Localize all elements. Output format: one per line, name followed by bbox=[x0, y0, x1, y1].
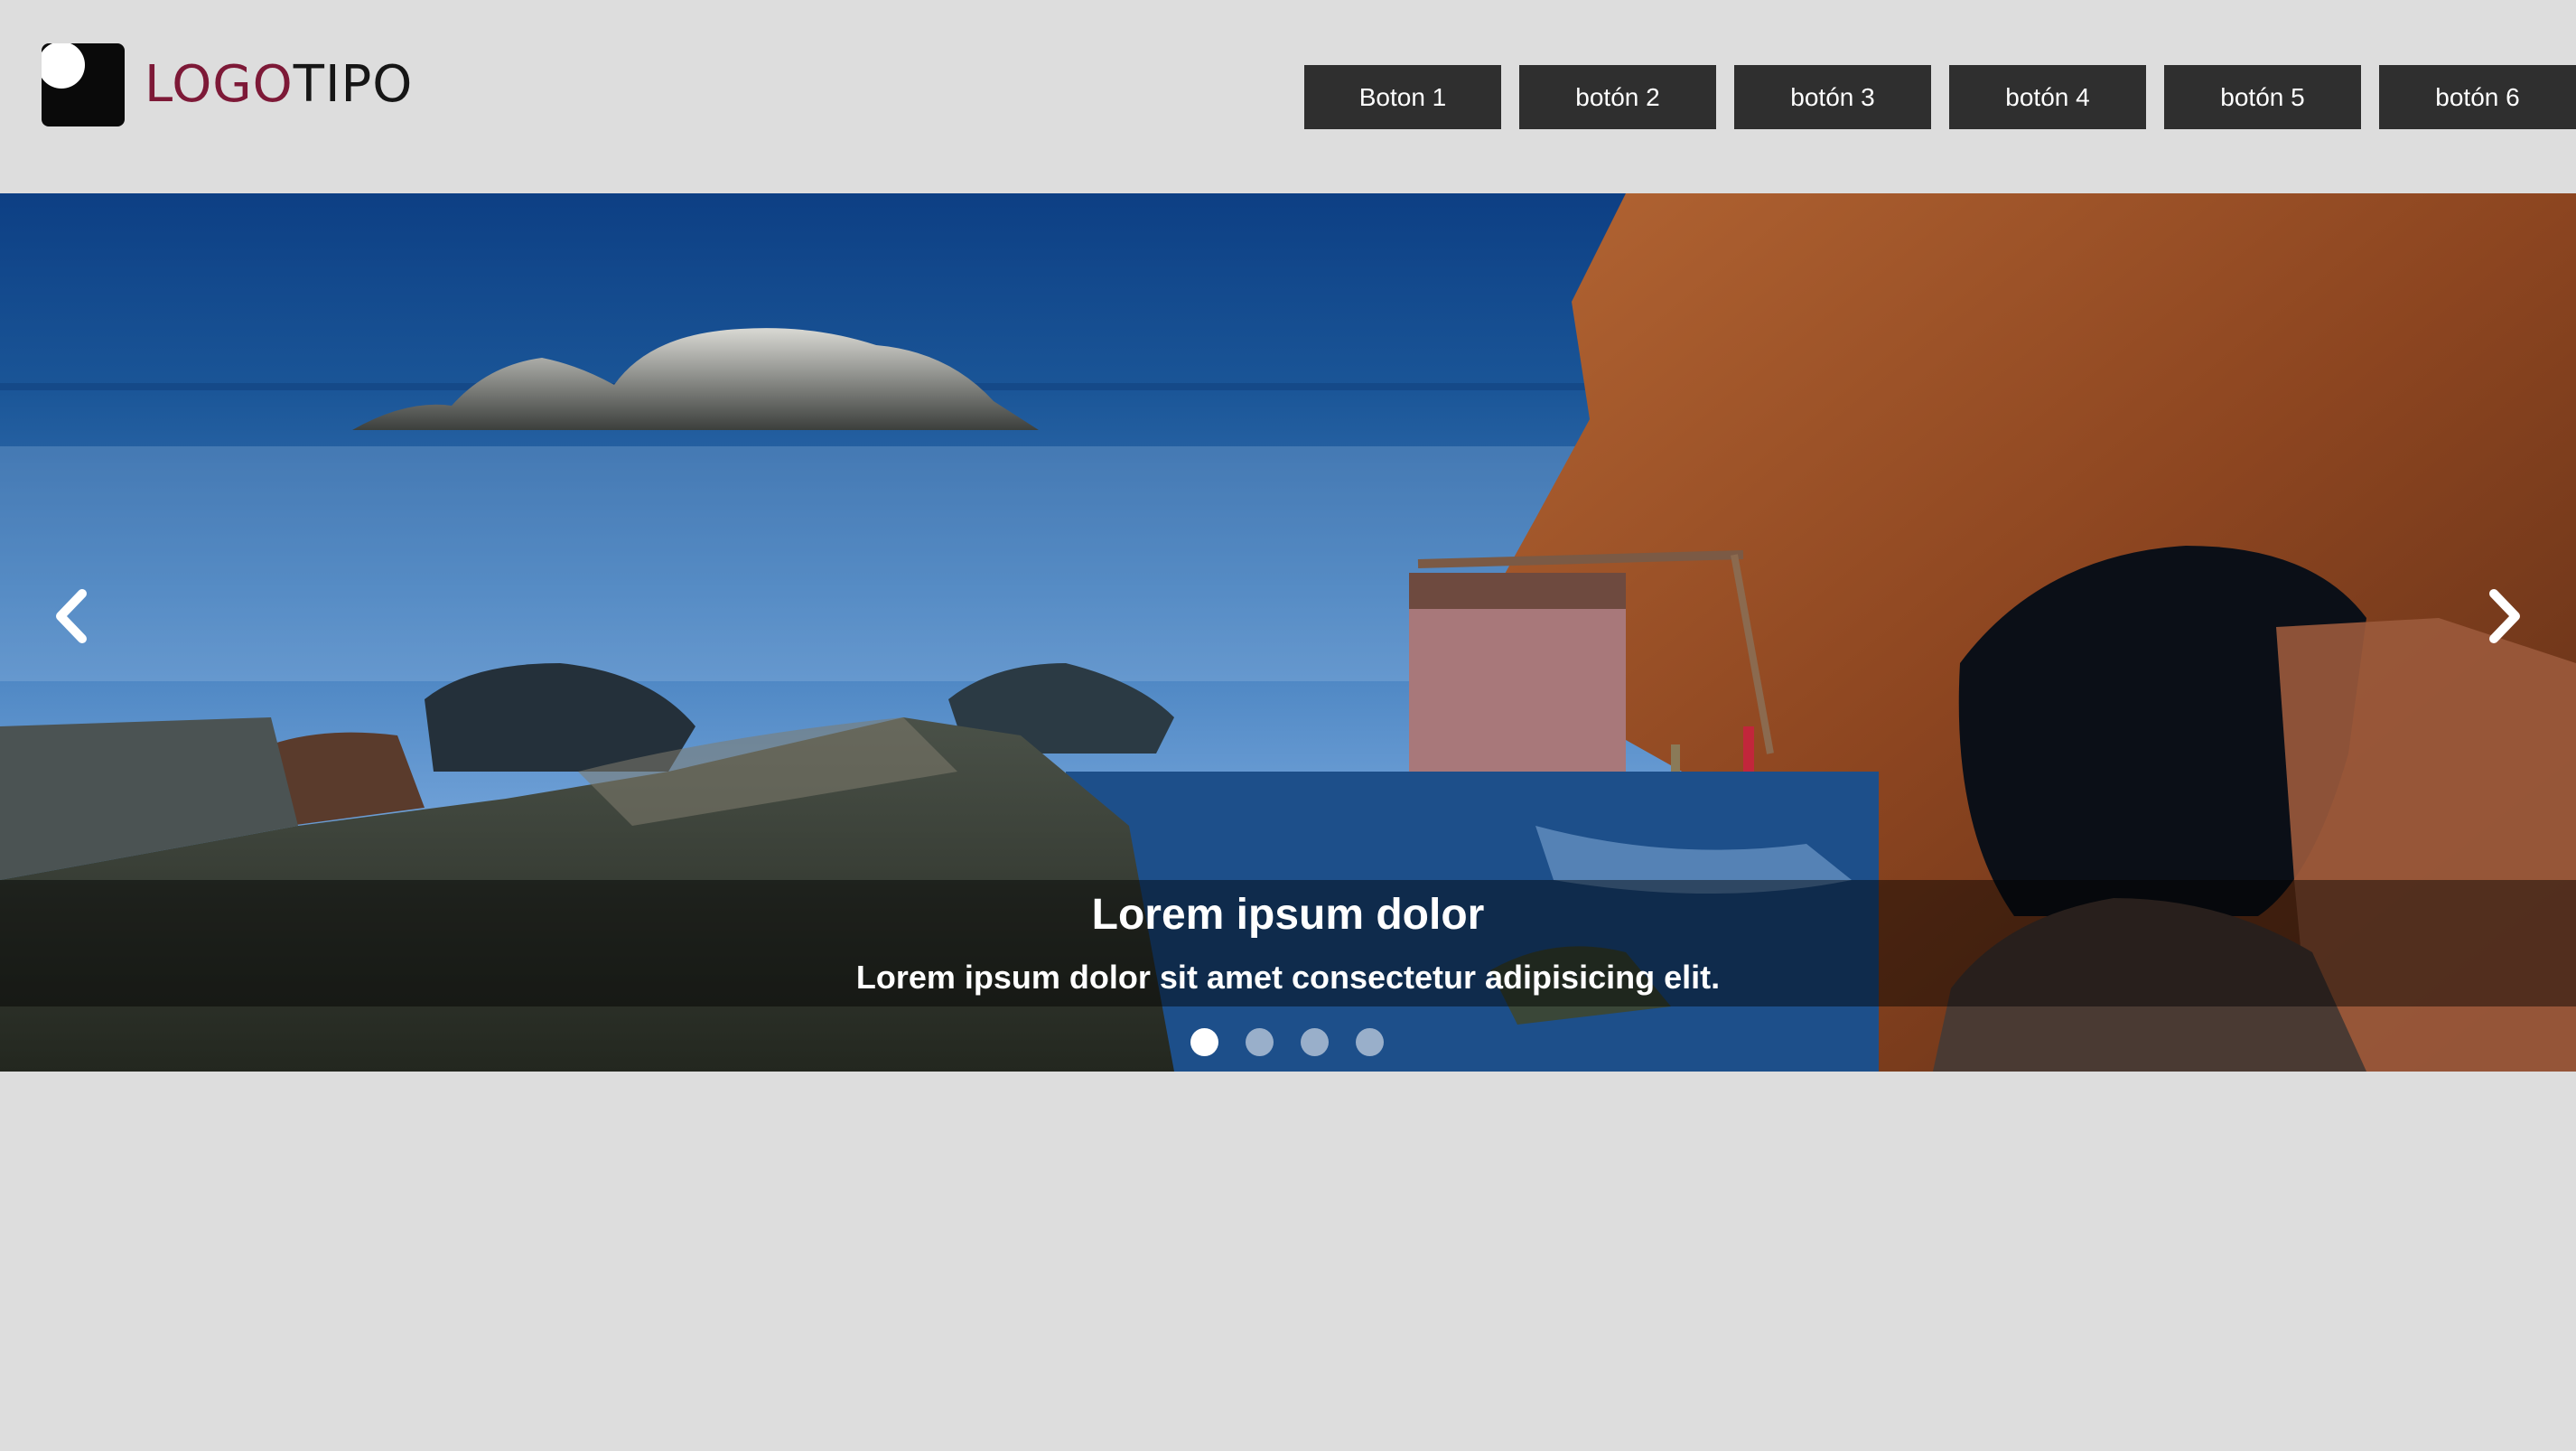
slider-dots bbox=[1190, 1028, 1384, 1056]
nav-button-6[interactable]: botón 6 bbox=[2379, 65, 2576, 129]
caption-title: Lorem ipsum dolor bbox=[1091, 891, 1485, 939]
nav-button-5[interactable]: botón 5 bbox=[2164, 65, 2361, 129]
logo-text-accent: LOGO bbox=[145, 55, 294, 114]
nav-button-1[interactable]: Boton 1 bbox=[1304, 65, 1501, 129]
main-nav: Boton 1 botón 2 botón 3 botón 4 botón 5 … bbox=[1304, 65, 2576, 129]
nav-button-2[interactable]: botón 2 bbox=[1519, 65, 1716, 129]
chevron-right-icon[interactable] bbox=[2471, 573, 2540, 660]
slider-dot-1[interactable] bbox=[1190, 1028, 1218, 1056]
image-slider: Lorem ipsum dolor Lorem ipsum dolor sit … bbox=[0, 193, 2576, 1072]
nav-button-4[interactable]: botón 4 bbox=[1949, 65, 2146, 129]
logo-mark-icon bbox=[42, 43, 125, 126]
nav-button-3[interactable]: botón 3 bbox=[1734, 65, 1931, 129]
logo[interactable]: LOGOTIPO bbox=[42, 43, 413, 126]
slider-dot-3[interactable] bbox=[1301, 1028, 1329, 1056]
site-header: LOGOTIPO Boton 1 botón 2 botón 3 botón 4… bbox=[0, 0, 2576, 193]
slide-caption: Lorem ipsum dolor Lorem ipsum dolor sit … bbox=[0, 880, 2576, 1006]
slider-dot-4[interactable] bbox=[1356, 1028, 1384, 1056]
logo-text: LOGOTIPO bbox=[145, 60, 413, 110]
logo-text-rest: TIPO bbox=[293, 55, 414, 114]
slider-dot-2[interactable] bbox=[1246, 1028, 1274, 1056]
caption-text: Lorem ipsum dolor sit amet consectetur a… bbox=[855, 959, 1721, 996]
chevron-left-icon[interactable] bbox=[36, 573, 105, 660]
